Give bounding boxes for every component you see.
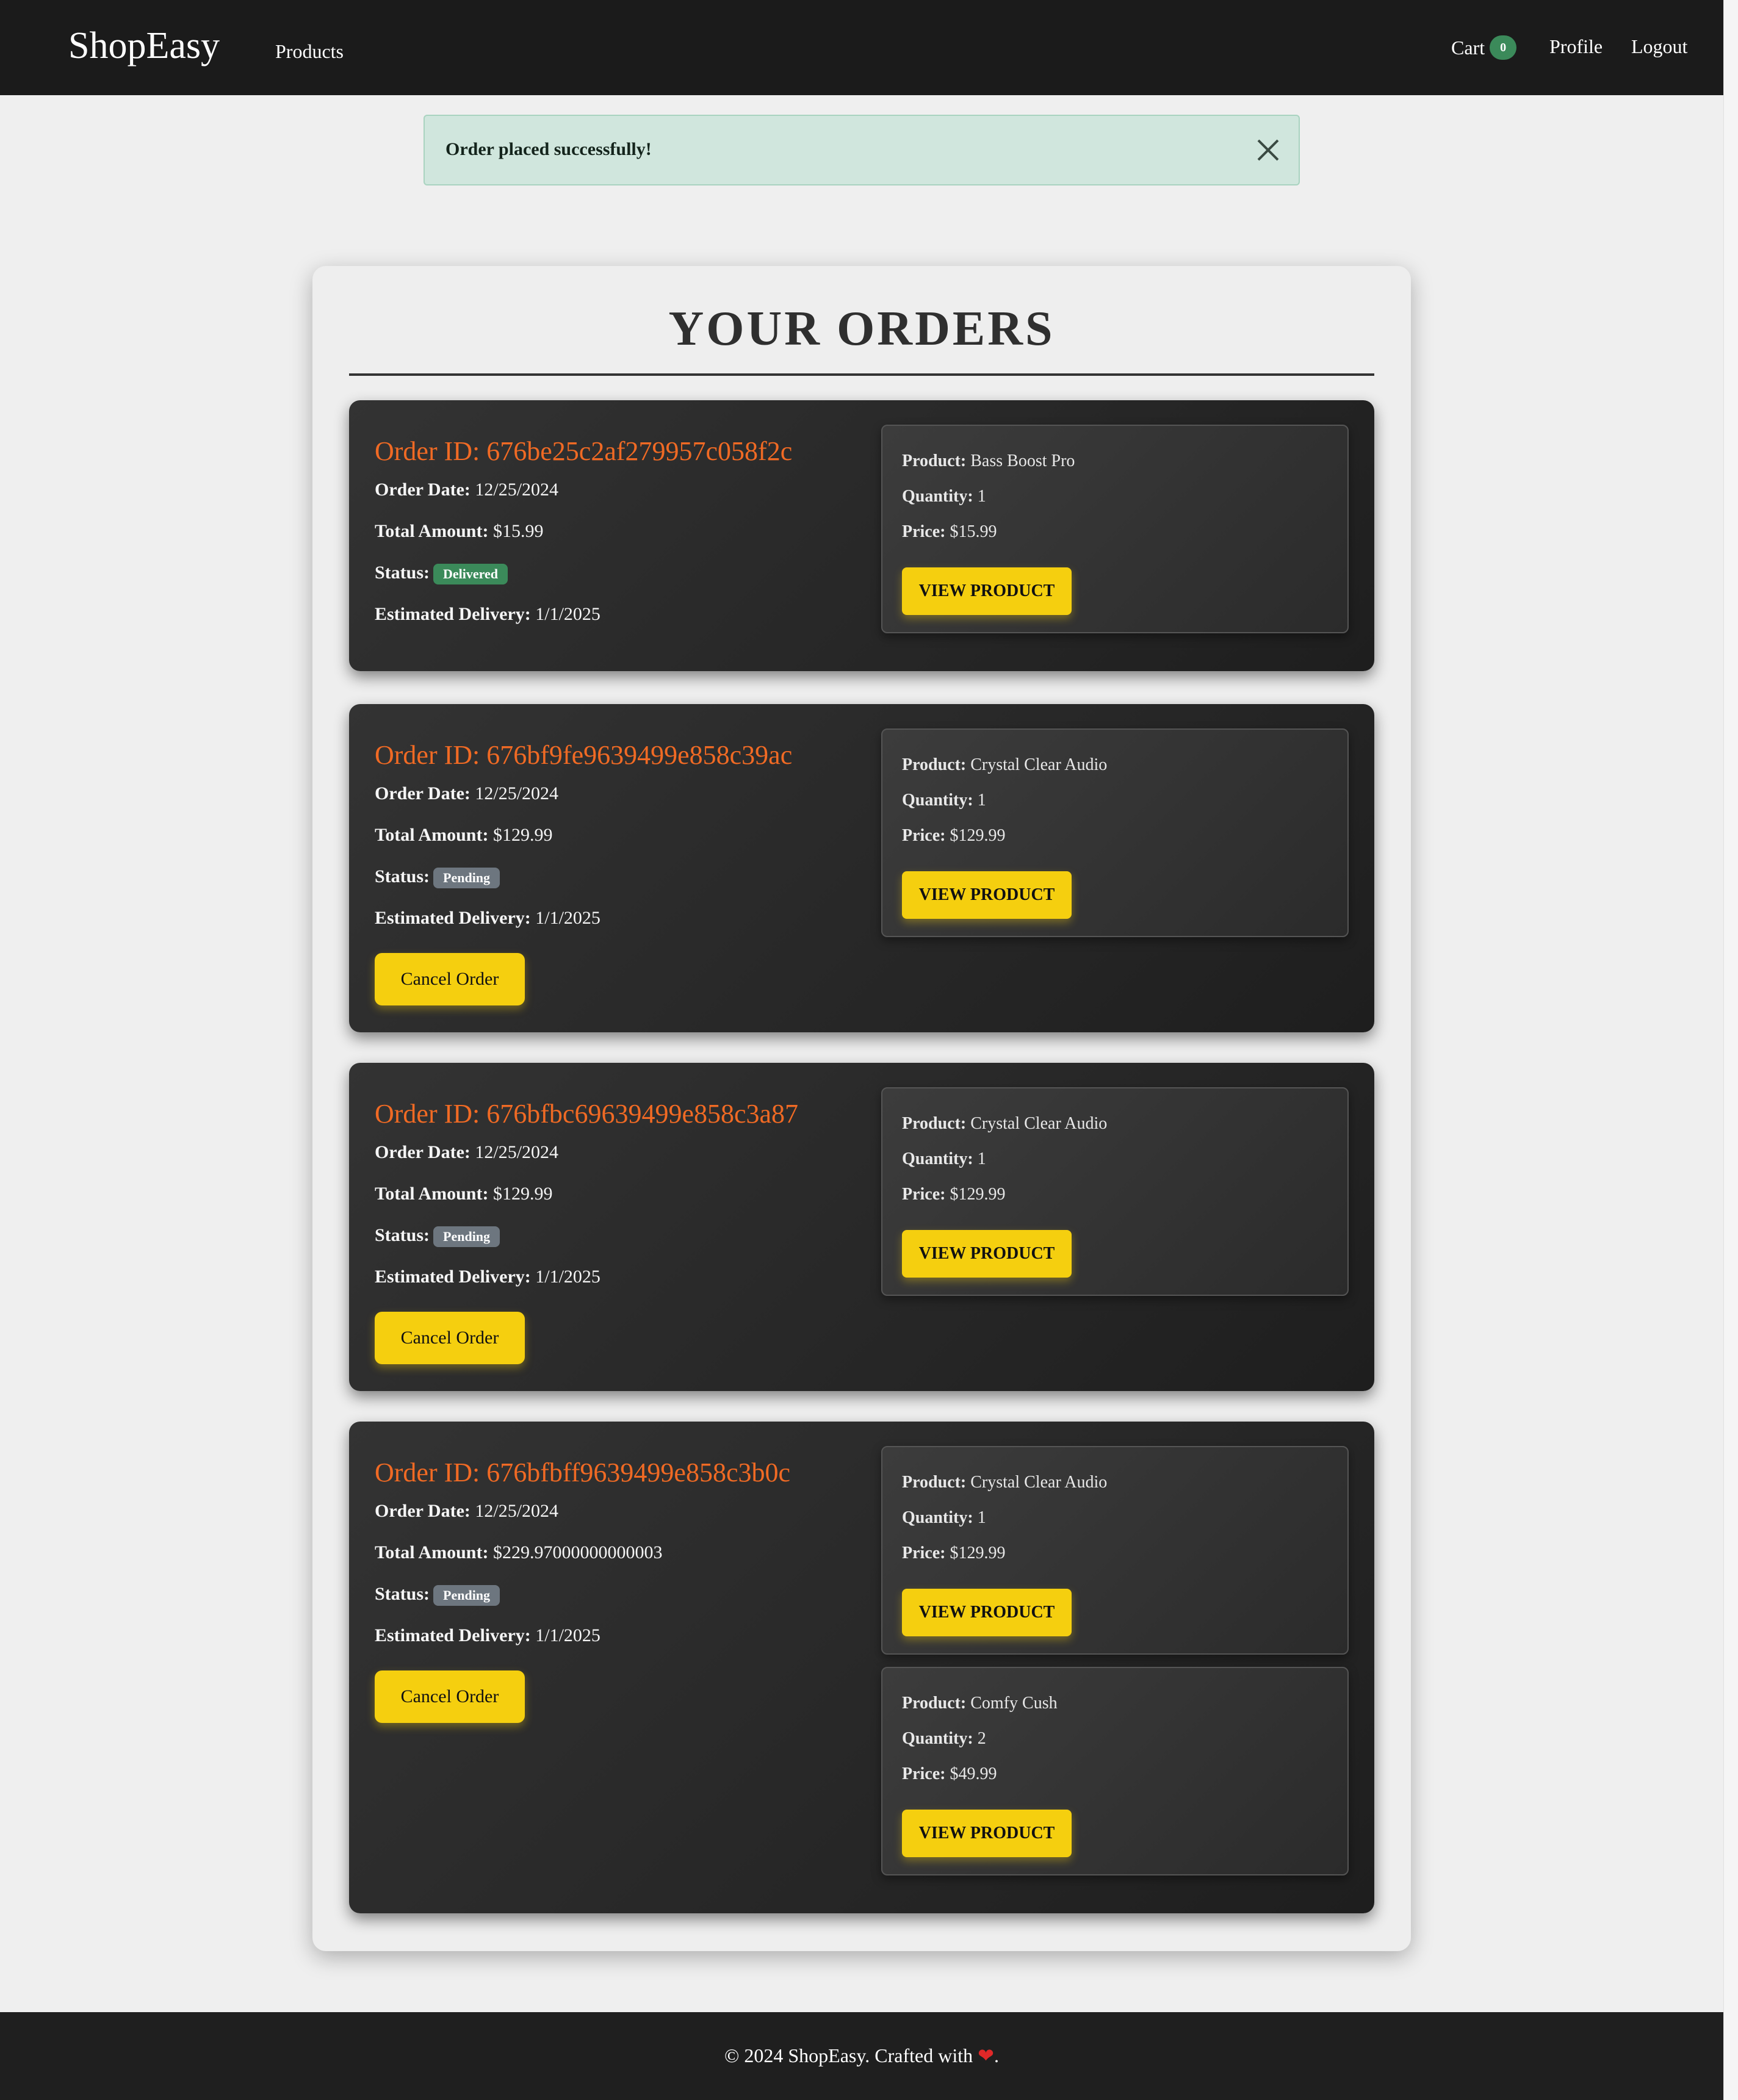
page-footer: © 2024 ShopEasy. Crafted with ❤. [0,2012,1723,2100]
order-total: Total Amount: $129.99 [375,1184,553,1204]
view-product-button[interactable]: VIEW PRODUCT [902,1230,1072,1278]
order-date: Order Date: 12/25/2024 [375,1501,559,1521]
cart-count-badge: 0 [1490,35,1517,60]
item-quantity: Quantity: 1 [902,1508,986,1527]
view-product-button[interactable]: VIEW PRODUCT [902,871,1072,919]
top-navbar: ShopEasy Products Cart 0 Profile Logout [0,0,1723,95]
order-status: Status: Pending [375,866,500,889]
nav-cart-link[interactable]: Cart 0 [1451,35,1517,60]
order-id: Order ID: 676bfbff9639499e858c3b0c [375,1458,791,1487]
item-price: Price: $129.99 [902,1185,1006,1204]
order-total: Total Amount: $229.97000000000003 [375,1542,663,1562]
order-item: Product: Crystal Clear Audio Quantity: 1… [881,1087,1349,1296]
order-date: Order Date: 12/25/2024 [375,480,559,500]
alert-message: Order placed successfully! [445,139,652,159]
item-product: Product: Crystal Clear Audio [902,1114,1108,1133]
order-item: Product: Crystal Clear Audio Quantity: 1… [881,1446,1349,1655]
item-quantity: Quantity: 1 [902,791,986,810]
order-id: Order ID: 676bfbc69639499e858c3a87 [375,1099,799,1129]
order-id: Order ID: 676bf9fe9639499e858c39ac [375,740,793,770]
order-date: Order Date: 12/25/2024 [375,783,559,804]
item-product: Product: Comfy Cush [902,1694,1058,1713]
success-alert: Order placed successfully! [424,115,1300,185]
item-product: Product: Bass Boost Pro [902,451,1075,470]
view-product-button[interactable]: VIEW PRODUCT [902,1810,1072,1857]
order-status: Status: Pending [375,1584,500,1606]
status-badge: Pending [433,1585,500,1606]
status-badge: Delivered [433,564,508,585]
order-date: Order Date: 12/25/2024 [375,1142,559,1162]
heart-icon: ❤ [978,2044,994,2066]
item-price: Price: $129.99 [902,826,1006,845]
order-item: Product: Crystal Clear Audio Quantity: 1… [881,728,1349,937]
order-status: Status: Pending [375,1225,500,1248]
order-total: Total Amount: $129.99 [375,825,553,845]
nav-profile-link[interactable]: Profile [1549,35,1603,58]
cancel-order-button[interactable]: Cancel Order [375,953,525,1005]
footer-text: © 2024 ShopEasy. Crafted with ❤. [724,2044,999,2066]
item-product: Product: Crystal Clear Audio [902,755,1108,774]
order-id: Order ID: 676be25c2af279957c058f2c [375,436,793,466]
order-card: Order ID: 676be25c2af279957c058f2c Order… [349,400,1374,671]
status-badge: Pending [433,1226,500,1248]
nav-cart-label: Cart [1451,36,1485,59]
order-card: Order ID: 676bf9fe9639499e858c39ac Order… [349,704,1374,1032]
order-estimated-delivery: Estimated Delivery: 1/1/2025 [375,604,600,624]
item-product: Product: Crystal Clear Audio [902,1473,1108,1492]
nav-logout-link[interactable]: Logout [1631,35,1687,58]
status-badge: Pending [433,868,500,889]
item-price: Price: $129.99 [902,1544,1006,1562]
nav-products-link[interactable]: Products [275,40,344,63]
order-card: Order ID: 676bfbff9639499e858c3b0c Order… [349,1422,1374,1913]
item-quantity: Quantity: 2 [902,1729,986,1748]
orders-panel: YOUR ORDERS Order ID: 676be25c2af279957c… [312,266,1411,1951]
cancel-order-button[interactable]: Cancel Order [375,1670,525,1723]
order-item: Product: Bass Boost Pro Quantity: 1 Pric… [881,425,1349,633]
page-scrollbar[interactable] [1723,0,1738,2100]
brand-logo-link[interactable]: ShopEasy [68,24,220,68]
order-item: Product: Comfy Cush Quantity: 2 Price: $… [881,1667,1349,1875]
order-total: Total Amount: $15.99 [375,521,544,541]
order-status: Status: Delivered [375,563,508,585]
view-product-button[interactable]: VIEW PRODUCT [902,1589,1072,1636]
title-divider [349,373,1374,376]
close-icon[interactable] [1255,137,1282,164]
order-estimated-delivery: Estimated Delivery: 1/1/2025 [375,908,600,928]
item-quantity: Quantity: 1 [902,487,986,506]
order-estimated-delivery: Estimated Delivery: 1/1/2025 [375,1625,600,1645]
item-price: Price: $15.99 [902,522,997,541]
item-quantity: Quantity: 1 [902,1149,986,1168]
view-product-button[interactable]: VIEW PRODUCT [902,567,1072,615]
cancel-order-button[interactable]: Cancel Order [375,1312,525,1364]
page-title: YOUR ORDERS [668,302,1055,356]
order-estimated-delivery: Estimated Delivery: 1/1/2025 [375,1267,600,1287]
order-card: Order ID: 676bfbc69639499e858c3a87 Order… [349,1063,1374,1391]
item-price: Price: $49.99 [902,1764,997,1783]
